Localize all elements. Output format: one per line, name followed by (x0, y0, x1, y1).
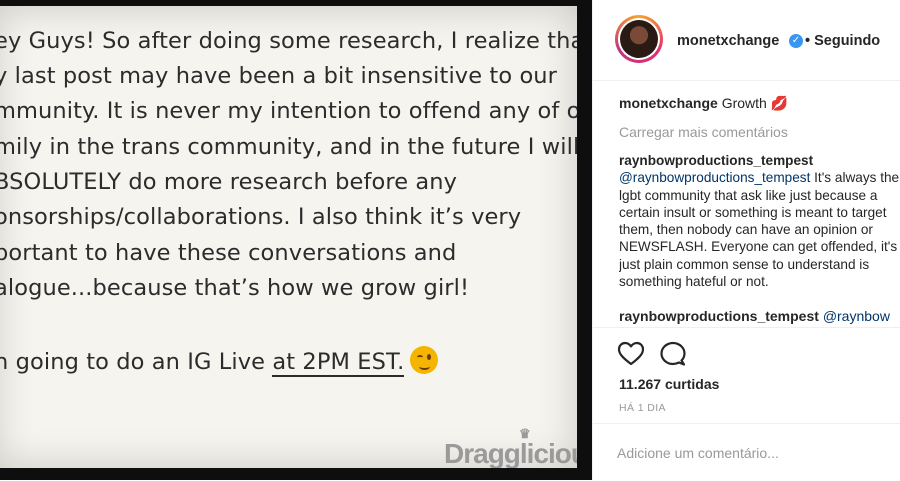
avatar[interactable] (615, 15, 663, 63)
comment: raynbowproductions_tempest @raynbow (619, 308, 890, 324)
post-actions: 11.267 curtidas HÁ 1 DIA (593, 327, 900, 424)
watermark-logo: ♛ Dragglicious (444, 426, 577, 468)
comment-icon[interactable] (659, 340, 687, 368)
kiss-emoji-icon: 💋 (770, 95, 789, 111)
add-comment-bar (593, 423, 900, 481)
watermark-text: Dragglicious (444, 438, 577, 468)
note-line-live-prefix: n going to do an IG Live (0, 349, 273, 375)
crown-icon: ♛ (519, 426, 531, 441)
note-line-live-time: at 2PM EST. (272, 349, 405, 377)
note-line-live: n going to do an IG Live at 2PM EST. (0, 346, 439, 377)
verified-badge-icon: ✓ (789, 34, 803, 48)
avatar-photo (620, 20, 658, 58)
post-sidebar: monetxchange ✓ • Seguindo monetxchange G… (592, 0, 900, 480)
likes-count[interactable]: 11.267 curtidas (619, 376, 719, 392)
note-line: ey Guys! So after doing some research, I… (0, 28, 577, 54)
note-line: onsorships/collaborations. I also think … (0, 204, 522, 230)
comment-username[interactable]: raynbowproductions_tempest (619, 308, 819, 324)
wink-emoji-icon (410, 346, 439, 374)
load-more-comments-button[interactable]: Carregar mais comentários (619, 124, 788, 140)
note-line: portant to have these conversations and (0, 240, 457, 266)
note-line: alogue...because that’s how we grow girl… (0, 275, 470, 301)
caption-text: Growth (721, 95, 767, 111)
header-username[interactable]: monetxchange (677, 33, 779, 49)
follow-status-button[interactable]: • Seguindo (805, 33, 880, 49)
note-line: mily in the trans community, and in the … (0, 134, 577, 160)
note-line: BSOLUTELY do more research before any (0, 169, 458, 195)
note-line: mmunity. It is never my intention to off… (0, 98, 577, 124)
comment-text: It's always the lgbt community that ask … (619, 170, 900, 290)
heart-icon[interactable] (617, 340, 645, 368)
comment-input[interactable] (615, 440, 889, 466)
note-line: y last post may have been a bit insensit… (0, 63, 558, 89)
comment-mention[interactable]: @raynbowproductions_tempest (619, 170, 810, 185)
post-header: monetxchange ✓ • Seguindo (593, 0, 900, 81)
comment-username[interactable]: raynbowproductions_tempest (619, 153, 813, 168)
caption: monetxchange Growth 💋 (619, 95, 788, 112)
caption-username[interactable]: monetxchange (619, 95, 718, 111)
comment-mention[interactable]: @raynbow (823, 308, 890, 324)
comments-list[interactable]: monetxchange Growth 💋 Carregar mais come… (619, 95, 900, 327)
post-timestamp[interactable]: HÁ 1 DIA (619, 402, 666, 414)
post-image: ey Guys! So after doing some research, I… (0, 0, 592, 480)
comment: raynbowproductions_tempest @raynbowprodu… (619, 152, 900, 290)
note-screenshot: ey Guys! So after doing some research, I… (0, 6, 577, 468)
